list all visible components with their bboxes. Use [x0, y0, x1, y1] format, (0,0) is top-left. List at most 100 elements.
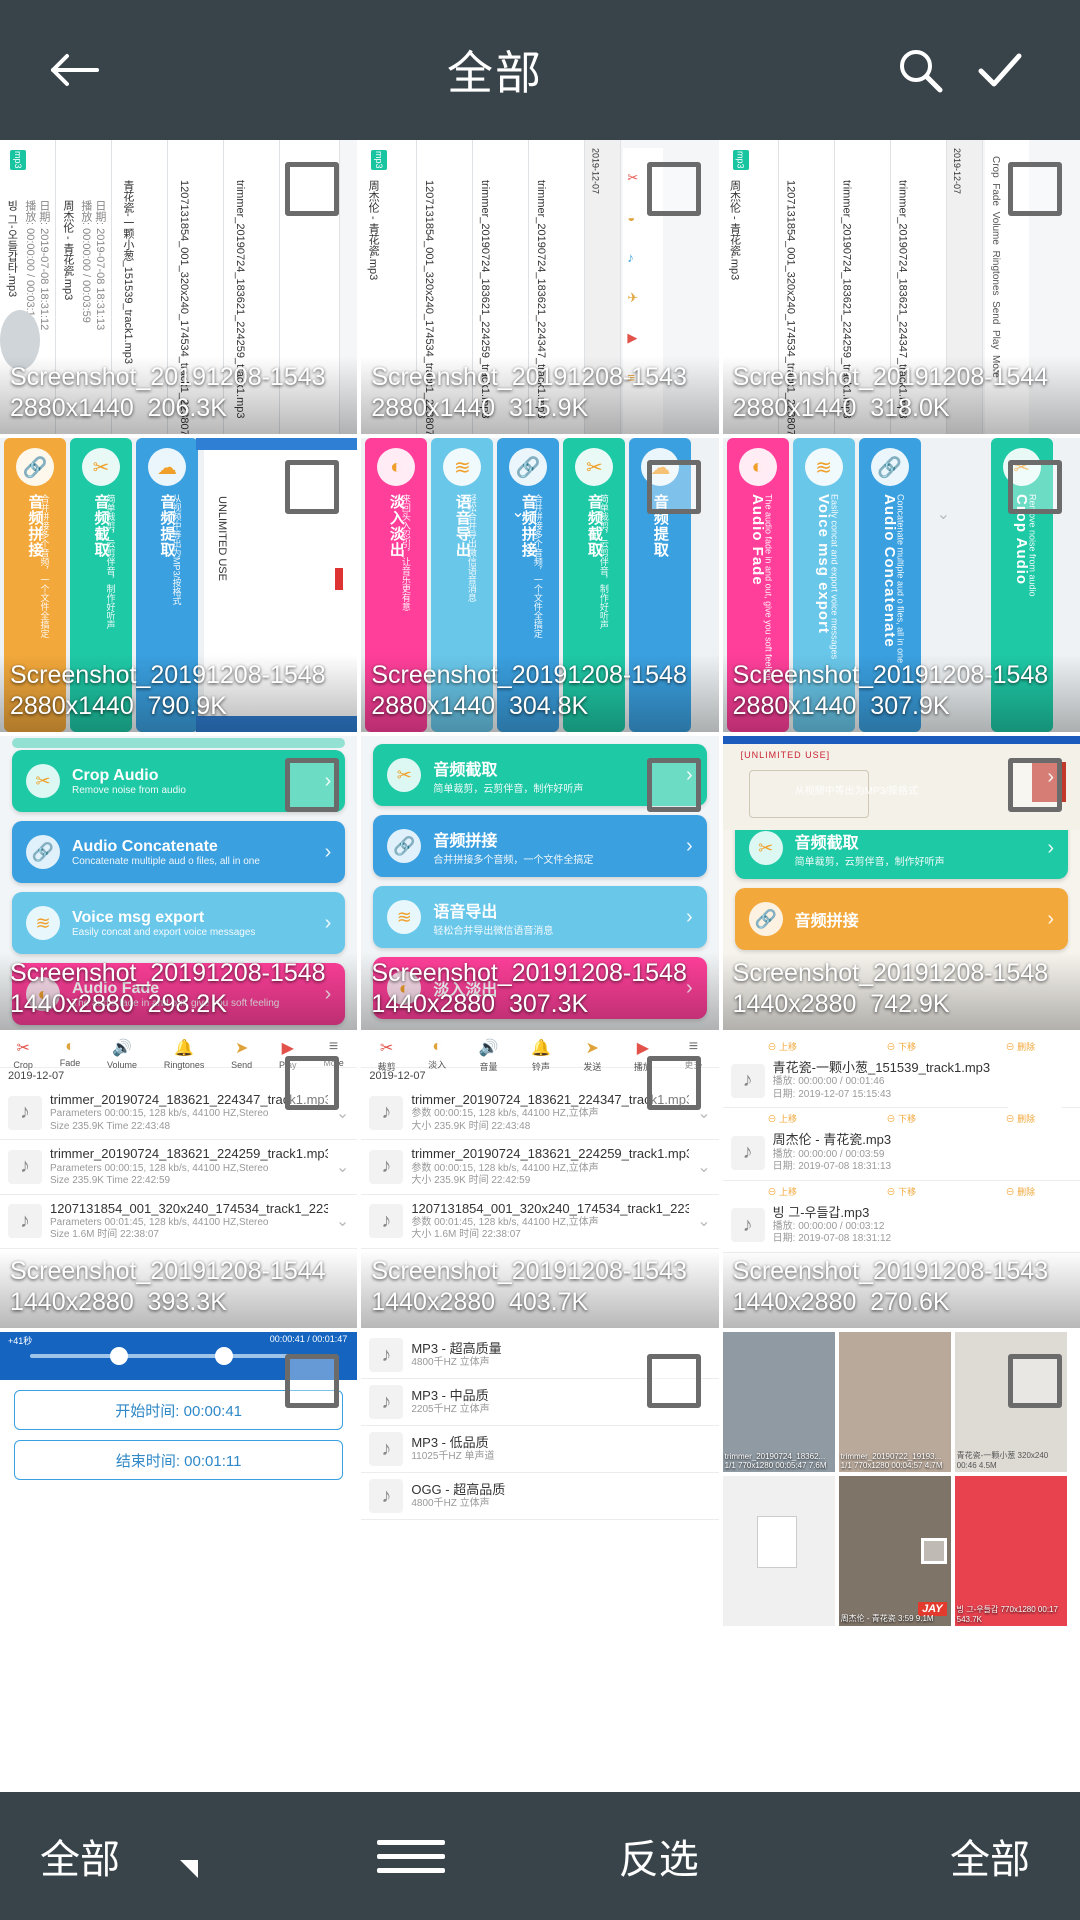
mp3-icon: ♪ [369, 1385, 404, 1419]
grid-item[interactable]: ✂ Crop Audio Remove noise from audio › 🔗 … [0, 736, 358, 1030]
grid-item[interactable]: mp3 빙 그-오들갑타.mp3 播放: 00:00:00 / 00:03:12… [0, 140, 358, 434]
quality-row[interactable]: ♪ OGG - 超高品质 4800千HZ 立体声 [361, 1473, 719, 1520]
menu-button[interactable] [288, 1839, 536, 1873]
file-row[interactable]: ♪ 1207131854_001_320x240_174534_track1_22… [361, 1195, 719, 1249]
end-time-button[interactable]: 结束时间: 00:01:11 [14, 1440, 344, 1480]
chevron-down-icon[interactable]: ⌄ [336, 1157, 349, 1177]
select-checkbox[interactable] [285, 1056, 340, 1110]
action-move-up[interactable]: ⊖ 上移 [767, 1040, 797, 1053]
grid-item[interactable]: ✂ 音频截取 简单裁剪，云剪伴音，制作好听声 › 🔗 音频拼接 合并拼接多个音频，一… [361, 736, 719, 1030]
action-move-up[interactable]: ⊖ 上移 [767, 1185, 797, 1198]
file-row[interactable]: ♪ trimmer_20190724_183621_224259_track1.m… [361, 1140, 719, 1195]
file-row[interactable]: ♪ 1207131854_001_320x240_174534_track1_22… [0, 1195, 358, 1249]
item-name: Screenshot_20191208-1543 [371, 1256, 687, 1285]
grid-item[interactable]: ◐ Audio Fade The audio fade in and out, … [722, 438, 1080, 732]
seek-knob-start[interactable] [110, 1347, 128, 1365]
card-item[interactable]: ≋ Voice msg export Easily concat and expo… [12, 892, 346, 954]
select-checkbox[interactable] [1008, 162, 1062, 216]
grid-item[interactable]: +41秒 00:00:41 / 00:01:47 开始时间: 00:00:41 … [0, 1332, 358, 1626]
quality-row[interactable]: ♪ MP3 - 低品质 11025千HZ 单声道 [361, 1426, 719, 1473]
select-checkbox[interactable] [646, 1056, 701, 1110]
card-title: 音频截取 [433, 761, 498, 779]
chevron-right-icon: › [324, 911, 332, 934]
select-checkbox[interactable] [646, 162, 701, 216]
play-row[interactable]: ♪ 周杰伦 - 青花瓷.mp3 播放: 00:00:00 / 00:03:59 日期:… [722, 1126, 1080, 1181]
tool-send[interactable]: ➤ Send [231, 1038, 252, 1070]
select-checkbox[interactable] [1008, 1354, 1062, 1408]
check-icon[interactable] [960, 30, 1040, 110]
action-delete[interactable]: ⊖ 删除 [1006, 1185, 1036, 1198]
poster-text: UNLIMITED USE [215, 496, 228, 581]
action-delete[interactable]: ⊖ 删除 [1006, 1112, 1036, 1125]
grid-item[interactable]: trimmer_20190724_18362... 1/1 770x1280 0… [722, 1332, 1080, 1626]
filter-all-button[interactable]: 全部 [0, 1827, 288, 1885]
mp3-icon: ♪ [369, 1149, 404, 1184]
search-icon[interactable] [880, 30, 960, 110]
action-move-up[interactable]: ⊖ 上移 [767, 1112, 797, 1125]
grid-item[interactable]: 🔗 音频拼接 合并拼接多个音频，一个文件全搞定 ✂ 音频截取 简单裁剪，云剪伴音… [0, 438, 358, 732]
gallery-photo[interactable] [722, 1476, 835, 1626]
item-size: 270.6K [870, 1287, 950, 1316]
link-icon: 🔗 [387, 829, 422, 863]
chevron-down-icon[interactable]: ⌄ [697, 1211, 710, 1231]
file-title: 빙 그-우들갑.mp3 [772, 1204, 870, 1220]
item-size: 304.8K [508, 691, 589, 720]
select-checkbox[interactable] [646, 460, 701, 514]
tool-ringtones[interactable]: 🔔 铃声 [531, 1038, 551, 1073]
tool-volume[interactable]: 🔊 Volume [107, 1038, 137, 1070]
select-checkbox[interactable] [285, 758, 340, 812]
grid-item[interactable]: ✂ 裁剪 ◐ 淡入 🔊 音量 🔔 铃声 ➤ 发送 ▶ 播放 ≡ 更多 2019-12-07 ♪… [361, 1034, 719, 1328]
item-size: 315.9K [508, 393, 589, 422]
select-checkbox[interactable] [646, 758, 701, 812]
action-move-down[interactable]: ⊖ 下移 [887, 1185, 917, 1198]
tool-fade[interactable]: ◐ Fade [60, 1038, 81, 1068]
tool-volume[interactable]: 🔊 音量 [479, 1038, 499, 1073]
seek-knob-end[interactable] [215, 1347, 233, 1365]
grid-item[interactable]: mp3 周杰伦 - 青花瓷.mp3 1207131854_001_320x240… [361, 140, 719, 434]
gallery-photo[interactable]: trimmer_20190722_19193... 1/1 770x1280 0… [838, 1332, 951, 1472]
select-checkbox[interactable] [285, 162, 340, 216]
card-title: 音频拼接 [794, 913, 859, 930]
grid-item[interactable]: ⊖ 上移 ⊖ 下移 ⊖ 删除 ♪ 青花瓷-一颗小葱_151539_track1.m… [722, 1034, 1080, 1328]
card-title: Audio Concatenate [72, 837, 218, 855]
grid-item[interactable]: ◐ 淡入淡出 来回头入忍引，让音乐更有意 ≋ 语音导出 轻松合并导出微信语音消息… [361, 438, 719, 732]
seek-track[interactable] [30, 1354, 328, 1358]
quality-title: OGG - 超高品质 [411, 1481, 506, 1497]
tool-crop[interactable]: ✂ Crop [13, 1038, 33, 1070]
grid-item[interactable]: mp3 周杰伦 - 青花瓷.mp3 1207131854_001_320x240… [722, 140, 1080, 434]
play-row[interactable]: ♪ 빙 그-우들갑.mp3 播放: 00:00:00 / 00:03:12 日期: 2… [722, 1199, 1080, 1253]
chevron-down-icon[interactable]: ⌄ [697, 1157, 710, 1177]
chevron-down-icon[interactable]: ⌄ [336, 1211, 349, 1231]
grid-item[interactable]: ♪ MP3 - 超高质量 4800千HZ 立体声 ♪ MP3 - 中品质 2205千HZ… [361, 1332, 719, 1626]
select-checkbox[interactable] [285, 460, 340, 514]
select-checkbox[interactable] [646, 1354, 701, 1408]
card-item[interactable]: 🔗 Audio Concatenate Concatenate multiple … [12, 821, 346, 883]
file-title: 周杰伦 - 青花瓷.mp3 [772, 1132, 892, 1148]
item-caption: Screenshot_20191208-1548 1440x2880 307.3… [361, 951, 719, 1030]
select-checkbox[interactable] [1008, 758, 1062, 812]
tool-send[interactable]: ➤ 发送 [583, 1038, 601, 1073]
card-item[interactable]: 🔗 音频拼接 › [734, 888, 1068, 950]
tool-fade[interactable]: ◐ 淡入 [428, 1038, 446, 1071]
file-row[interactable]: ♪ trimmer_20190724_183621_224259_track1.m… [0, 1140, 358, 1195]
page-title: 全部 [447, 47, 543, 99]
card-item[interactable]: ≋ 语音导出 轻松合并导出微信语音消息 › [373, 886, 707, 948]
grid-item[interactable]: ✂ Crop ◐ Fade 🔊 Volume 🔔 Ringtones ➤ Send ▶ Pl… [0, 1034, 358, 1328]
gallery-photo[interactable]: trimmer_20190724_18362... 1/1 770x1280 0… [722, 1332, 835, 1472]
action-move-down[interactable]: ⊖ 下移 [887, 1040, 917, 1053]
select-checkbox[interactable] [1008, 1056, 1062, 1110]
action-delete[interactable]: ⊖ 删除 [1006, 1040, 1036, 1053]
back-button[interactable] [40, 35, 110, 105]
select-checkbox[interactable] [285, 1354, 340, 1408]
item-caption: Screenshot_20191208-1544 1440x2880 393.3… [0, 1249, 358, 1328]
select-checkbox[interactable] [1008, 460, 1062, 514]
item-dim: 2880x1440 [10, 393, 134, 422]
action-move-down[interactable]: ⊖ 下移 [887, 1112, 917, 1125]
invert-selection-button[interactable]: 反选 [535, 1827, 783, 1885]
select-all-button[interactable]: 全部 [783, 1827, 1080, 1885]
gallery-photo[interactable]: 빙 그-우들갑 770x1280 00:17 543.7K [954, 1476, 1067, 1626]
grid-item[interactable]: [UNLIMITED USE] ☁ 音频提取从视频中等出为MP3/按格式 › ✂… [722, 736, 1080, 1030]
card-item[interactable]: 🔗 音频拼接 合并拼接多个音频，一个文件全搞定 › [373, 815, 707, 877]
tool-ringtones[interactable]: 🔔 Ringtones [164, 1038, 205, 1070]
tool-crop[interactable]: ✂ 裁剪 [378, 1038, 396, 1073]
